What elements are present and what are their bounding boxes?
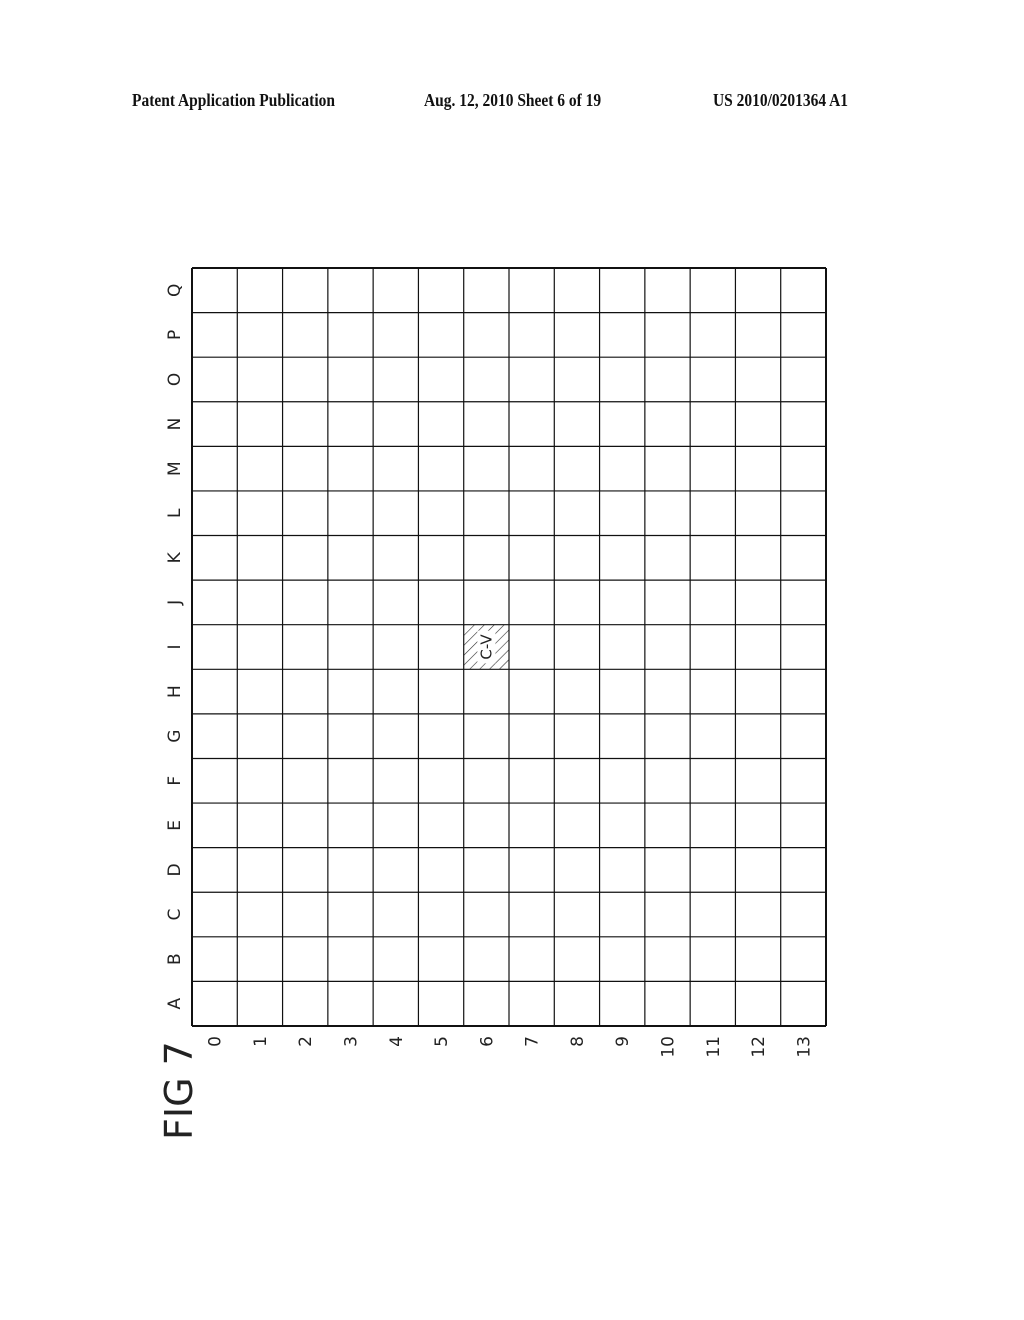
column-label: 13 [794,1036,814,1058]
row-label: H [165,685,185,698]
column-label: 8 [568,1036,588,1047]
column-label: 6 [477,1036,497,1047]
row-label: M [165,461,185,476]
row-label: D [165,863,185,876]
row-label: E [165,820,185,831]
grid-figure: C-V ABCDEFGHIJKLMNOPQ 0 1 2 3 4 5 6 7 8 9 10 11 12 13… [157,267,827,1140]
row-label: C [165,909,185,921]
row-label: O [165,373,185,386]
column-label: 11 [704,1036,724,1058]
column-labels: 0 1 2 3 4 5 6 7 8 9 10 11 12 13 [206,1036,815,1058]
column-label: 5 [432,1036,452,1047]
row-label: Q [165,284,185,297]
row-label: P [165,330,185,340]
column-label: 0 [206,1036,226,1047]
column-label: 12 [749,1036,769,1058]
row-label: B [165,953,185,965]
row-label: G [165,730,185,743]
row-label: J [165,600,185,606]
column-label: 1 [251,1036,271,1047]
column-label: 10 [659,1036,679,1058]
column-label: 9 [613,1036,633,1047]
column-label: 3 [342,1036,362,1047]
figure-label: FIG 7 [157,1041,201,1140]
row-labels: A B C D E F G H I J K L M N O P Q [165,284,185,1010]
row-label: L [165,508,185,518]
column-label: 7 [523,1036,543,1047]
row-label: N [165,418,185,431]
row-label: I [165,644,185,649]
grid-layer: C-V [191,267,827,1027]
highlighted-cell-label: C-V [477,634,495,660]
row-label: A [165,998,185,1010]
column-label: 2 [296,1036,316,1047]
column-label: 4 [387,1036,407,1047]
row-label: K [165,551,185,563]
row-label: F [165,776,185,786]
